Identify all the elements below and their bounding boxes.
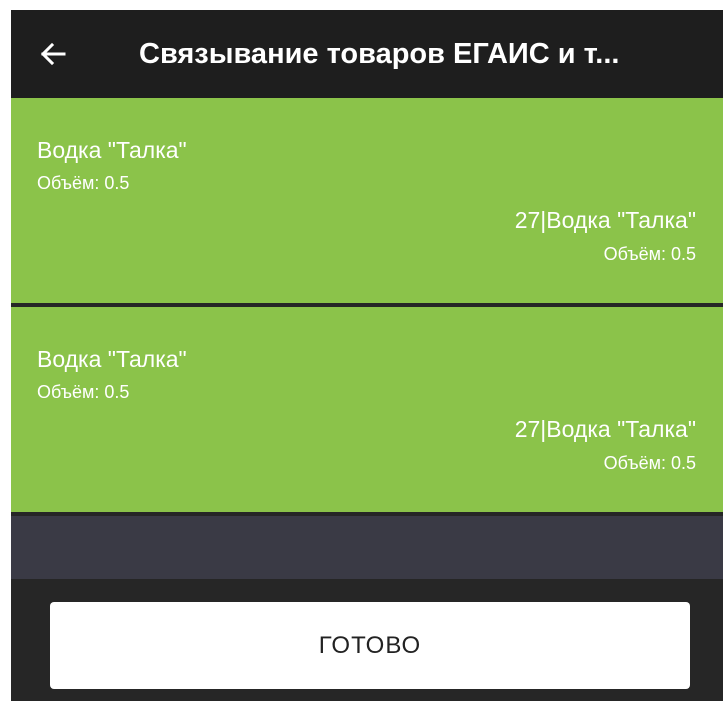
local-product-name: 27|Водка "Талка": [514, 207, 696, 233]
local-product-volume: Объём: 0.5: [603, 244, 696, 264]
list-empty-area: [11, 516, 723, 579]
done-button[interactable]: ГОТОВО: [50, 602, 690, 689]
app-bar: Связывание товаров ЕГАИС и т...: [11, 10, 723, 98]
back-button[interactable]: [29, 30, 77, 78]
egais-product-volume: Объём: 0.5: [37, 382, 130, 402]
linked-item-card[interactable]: Водка "Талка" Объём: 0.5 27|Водка "Талка…: [11, 98, 723, 303]
app-window: Связывание товаров ЕГАИС и т... Водка "Т…: [11, 10, 723, 701]
linked-item-card[interactable]: Водка "Талка" Объём: 0.5 27|Водка "Талка…: [11, 307, 723, 512]
page-title: Связывание товаров ЕГАИС и т...: [139, 38, 620, 70]
linked-items-list: Водка "Талка" Объём: 0.5 27|Водка "Талка…: [11, 98, 723, 512]
screen: Связывание товаров ЕГАИС и т... Водка "Т…: [0, 0, 725, 701]
egais-product-name: Водка "Талка": [37, 137, 187, 163]
arrow-left-icon: [40, 42, 66, 66]
local-product-volume: Объём: 0.5: [603, 453, 696, 473]
bottom-bar: ГОТОВО: [11, 579, 723, 701]
egais-product-name: Водка "Талка": [37, 346, 187, 372]
local-product-name: 27|Водка "Талка": [514, 416, 696, 442]
egais-product-volume: Объём: 0.5: [37, 173, 130, 193]
